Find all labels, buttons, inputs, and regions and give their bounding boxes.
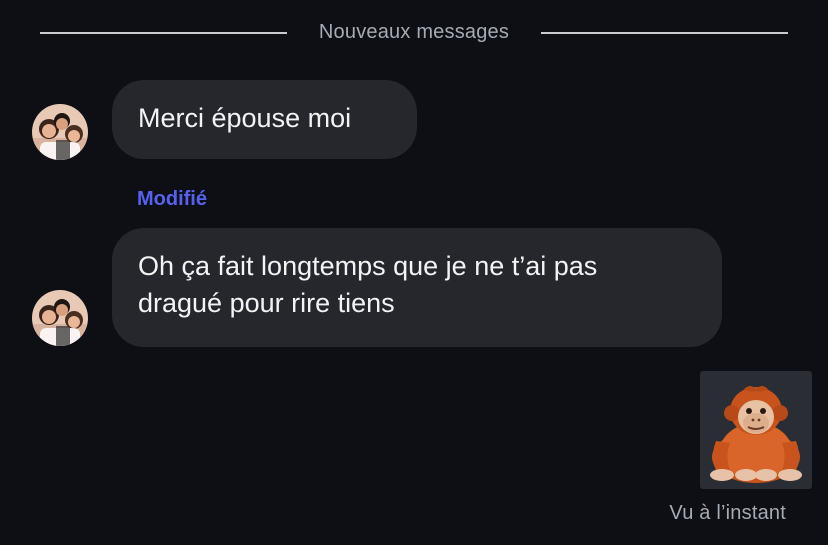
message-text-line: dragué pour rire tiens (138, 288, 395, 318)
contact-avatar-photo-icon (32, 104, 88, 160)
orangutan-sticker[interactable] (700, 371, 812, 489)
message-bubble[interactable]: Merci épouse moi (112, 80, 417, 159)
contact-avatar-photo-icon (32, 290, 88, 346)
divider-line-left (40, 32, 287, 34)
contact-avatar[interactable] (32, 104, 88, 160)
edited-label: Modifié (137, 188, 207, 210)
new-messages-divider: Nouveaux messages (40, 18, 788, 48)
divider-line-right (541, 32, 788, 34)
contact-avatar[interactable] (32, 290, 88, 346)
seen-receipt: Vu à l’instant (669, 502, 786, 524)
message-text-line: Oh ça fait longtemps que je ne t’ai pas (138, 251, 598, 281)
orangutan-icon (710, 386, 802, 483)
message-bubble[interactable]: Oh ça fait longtemps que je ne t’ai pas … (112, 228, 722, 347)
message-text: Merci épouse moi (138, 103, 352, 133)
new-messages-label: Nouveaux messages (318, 21, 510, 43)
